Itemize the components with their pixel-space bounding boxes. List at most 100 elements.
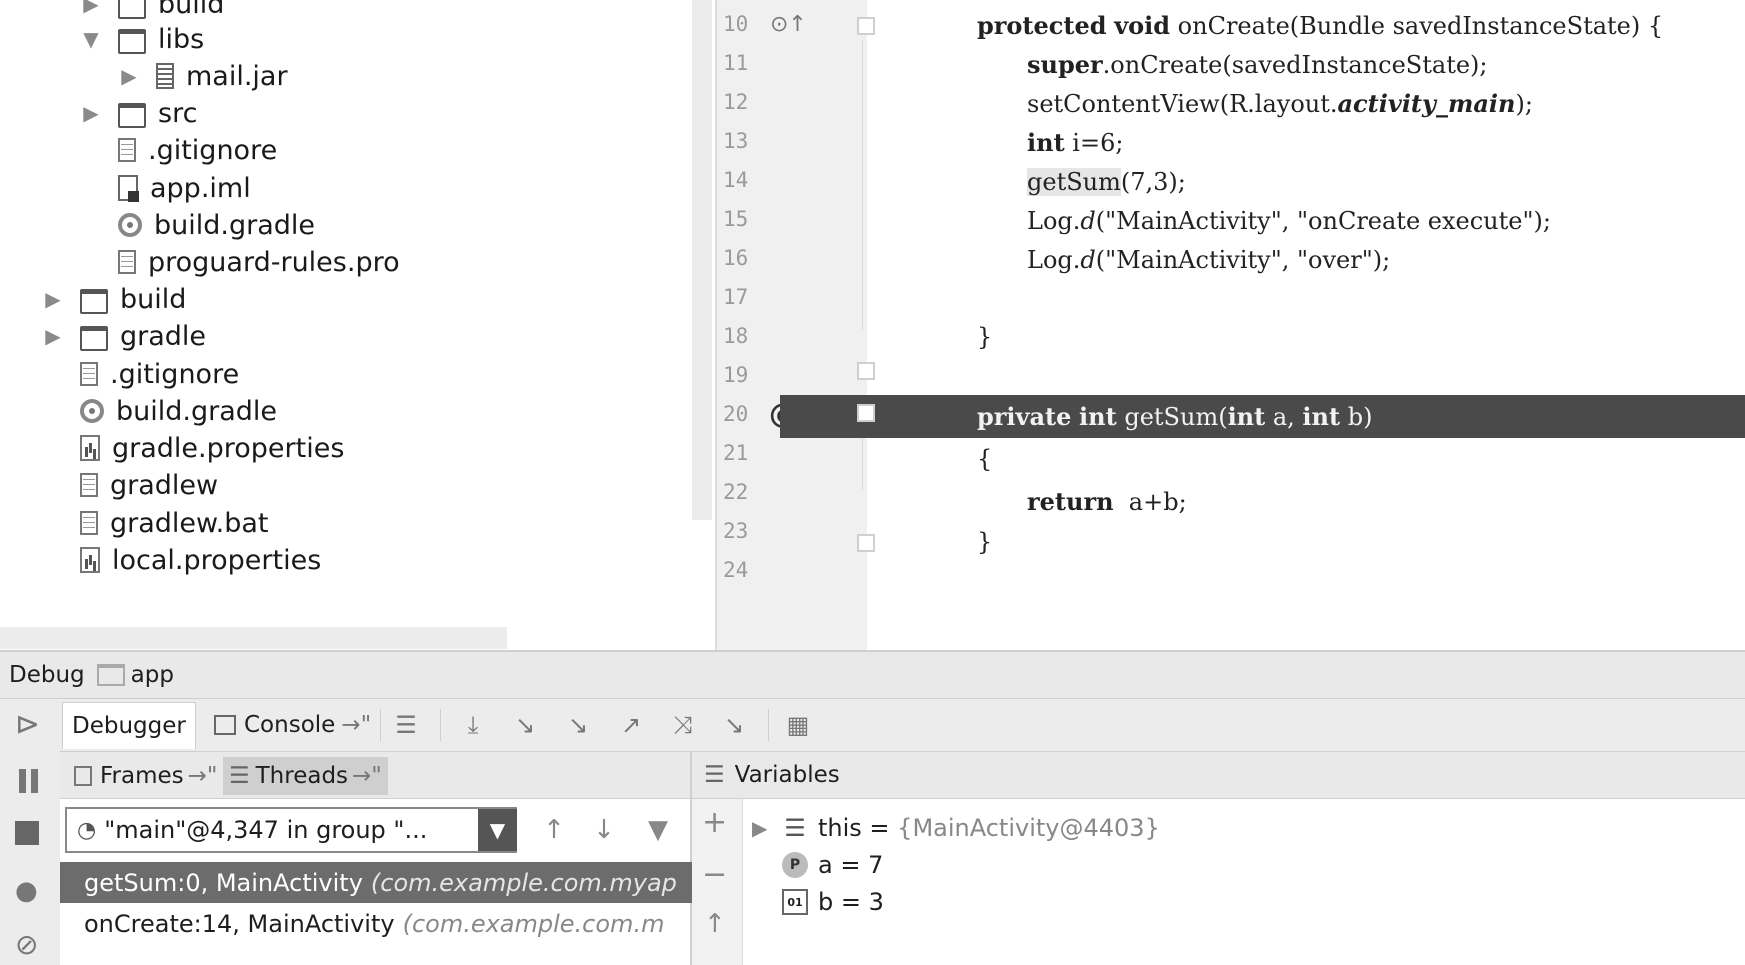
file-icon xyxy=(80,473,98,497)
debug-title: Debug xyxy=(9,662,85,688)
fold-marker[interactable] xyxy=(857,17,875,35)
tab-console[interactable]: Console →" xyxy=(205,702,380,748)
static-field: activity_main xyxy=(1337,89,1516,118)
override-method-icon[interactable]: ⊙↑ xyxy=(770,12,807,37)
code-text: .onCreate(savedInstanceState); xyxy=(1102,50,1488,79)
variable-row[interactable]: ▶ ☰ this = {MainActivity@4403} xyxy=(752,808,1160,848)
evaluate-expression-icon[interactable]: ▦ xyxy=(780,707,816,743)
pin-arrow-icon: →" xyxy=(341,712,372,738)
code-editor[interactable]: protected void onCreate(Bundle savedInst… xyxy=(780,0,1745,650)
remove-watch-icon[interactable]: − xyxy=(702,857,727,892)
tab-threads[interactable]: ☰ Threads →" xyxy=(223,757,388,795)
tab-debugger[interactable]: Debugger xyxy=(62,702,196,749)
tree-item-label: .gitignore xyxy=(148,134,278,166)
code-text: { xyxy=(977,444,993,473)
line-number: 13 xyxy=(723,129,749,153)
step-into-icon[interactable]: ↘ xyxy=(507,707,543,743)
step-over-icon[interactable]: ⤓ xyxy=(455,707,491,743)
tree-item[interactable]: ▶gradle.properties xyxy=(42,428,344,468)
add-watch-icon[interactable]: + xyxy=(702,805,727,840)
static-method: d xyxy=(1080,206,1096,235)
tree-item[interactable]: ▶gradlew.bat xyxy=(42,503,269,543)
keyword: int xyxy=(1302,402,1341,431)
chevron-down-icon[interactable]: ▼ xyxy=(478,809,517,851)
tree-item[interactable]: ▶ gradle xyxy=(42,316,206,356)
tree-item[interactable]: ▶proguard-rules.pro xyxy=(80,242,400,282)
tree-scrollbar-vertical[interactable] xyxy=(692,0,712,520)
frame-row[interactable]: getSum:0, MainActivity (com.example.com.m… xyxy=(60,862,714,903)
tree-item-label: app.iml xyxy=(150,172,251,204)
frame-method: onCreate:14, MainActivity xyxy=(84,909,395,938)
pin-arrow-icon: →" xyxy=(352,763,382,789)
chevron-right-icon[interactable]: ▶ xyxy=(42,287,64,311)
pause-icon[interactable] xyxy=(15,767,43,795)
frames-panel: Frames →" ☰ Threads →" ◔ "main"@4,347 in… xyxy=(60,752,714,965)
tree-item[interactable]: ▶.gitignore xyxy=(42,354,239,394)
keyword: int xyxy=(1079,402,1117,431)
chevron-down-icon[interactable]: ▼ xyxy=(80,27,102,51)
tree-item[interactable]: ▼ libs xyxy=(80,19,204,59)
code-text: Log. xyxy=(1027,206,1081,235)
tree-item[interactable]: ▶build.gradle xyxy=(80,205,315,245)
variable-row[interactable]: ▶Pa = 7 xyxy=(752,845,883,885)
folder-icon xyxy=(118,0,146,19)
drop-frame-icon[interactable]: ⤨ xyxy=(665,707,701,743)
frame-package: (com.example.com.m xyxy=(402,909,665,938)
tab-debugger-label: Debugger xyxy=(72,713,186,739)
thread-selector-value: "main"@4,347 in group "... xyxy=(104,816,428,844)
move-up-icon[interactable]: ↑ xyxy=(704,909,726,939)
show-execution-point-icon[interactable]: ☰ xyxy=(388,707,424,743)
chevron-right-icon[interactable]: ▶ xyxy=(80,101,102,125)
tree-item[interactable]: ▶app.iml xyxy=(80,168,251,208)
chevron-right-icon[interactable]: ▶ xyxy=(42,324,64,348)
file-icon xyxy=(118,138,136,162)
line-number: 10 xyxy=(723,12,749,36)
code-text: setContentView(R.layout. xyxy=(1027,89,1338,118)
code-text: (7,3); xyxy=(1120,167,1186,196)
chevron-right-icon[interactable]: ▶ xyxy=(80,0,102,16)
filter-icon[interactable]: ▼ xyxy=(642,814,674,846)
line-number: 14 xyxy=(723,168,749,192)
mute-breakpoints-icon[interactable]: ⊘ xyxy=(15,931,43,959)
tree-item[interactable]: ▶local.properties xyxy=(42,540,321,580)
tree-item[interactable]: ▶ mail.jar xyxy=(118,56,287,96)
run-to-cursor-icon[interactable]: ↘ xyxy=(716,707,752,743)
folder-icon xyxy=(118,28,146,54)
tree-item[interactable]: ▶gradlew xyxy=(42,465,218,505)
tab-frames[interactable]: Frames →" xyxy=(68,757,224,795)
resume-icon[interactable]: ⊳ xyxy=(15,710,43,740)
line-number: 19 xyxy=(723,363,749,387)
tree-item-label: gradle.properties xyxy=(112,432,345,464)
props-icon xyxy=(80,435,100,461)
keyword: int xyxy=(1027,128,1065,157)
tree-scrollbar-horizontal[interactable] xyxy=(0,627,507,649)
previous-frame-icon[interactable]: ↑ xyxy=(538,814,570,846)
force-step-into-icon[interactable]: ↘ xyxy=(560,707,596,743)
fold-marker[interactable] xyxy=(857,404,875,422)
chevron-right-icon[interactable]: ▶ xyxy=(752,816,782,840)
folder-icon xyxy=(118,102,146,128)
tree-item[interactable]: ▶ build xyxy=(42,279,186,319)
folder-icon xyxy=(80,288,108,314)
tree-item[interactable]: ▶ src xyxy=(80,93,197,133)
tree-item[interactable]: ▶.gitignore xyxy=(80,130,277,170)
run-config-name[interactable]: app xyxy=(131,662,174,688)
next-frame-icon[interactable]: ↓ xyxy=(588,814,620,846)
debug-panel: Debug app ⊳ ● ⊘ Debugger Console →" ☰ ⤓ … xyxy=(0,650,1745,965)
debugger-toolbar: Debugger Console →" ☰ ⤓ ↘ ↘ ↗ ⤨ ↘ ▦ xyxy=(60,699,1745,752)
code-line-19-breakpoint: private int getSum(int a, int b) xyxy=(780,395,1745,438)
step-out-icon[interactable]: ↗ xyxy=(613,707,649,743)
parameter-icon: P xyxy=(782,852,808,878)
code-text: ("MainActivity", "over"); xyxy=(1095,245,1391,274)
variable-row[interactable]: ▶01b = 3 xyxy=(752,882,884,922)
code-text: getSum( xyxy=(1116,402,1228,431)
thread-selector[interactable]: ◔ "main"@4,347 in group "... ▼ xyxy=(65,807,517,853)
view-breakpoints-icon[interactable]: ● xyxy=(15,877,43,905)
fold-marker[interactable] xyxy=(857,534,875,552)
frame-row[interactable]: onCreate:14, MainActivity (com.example.co… xyxy=(60,903,714,944)
chevron-right-icon[interactable]: ▶ xyxy=(118,64,140,88)
tree-item[interactable]: ▶build.gradle xyxy=(42,391,277,431)
stop-icon[interactable] xyxy=(15,821,39,845)
line-number: 22 xyxy=(723,480,749,504)
fold-marker[interactable] xyxy=(857,362,875,380)
